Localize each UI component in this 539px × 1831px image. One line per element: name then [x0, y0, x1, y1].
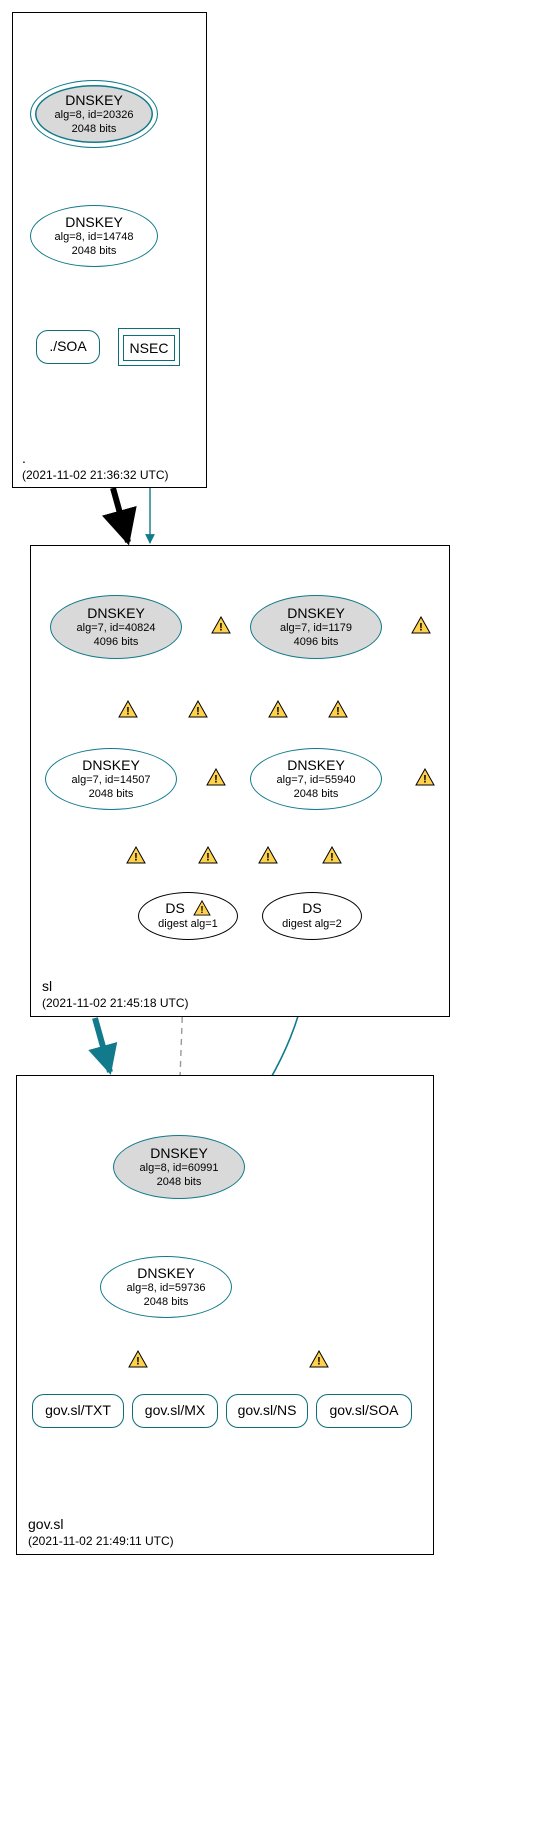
label: DNSKEY [65, 214, 123, 232]
label: DS [302, 900, 321, 918]
gov-txt-node: gov.sl/TXT [32, 1394, 124, 1428]
label: gov.sl/NS [238, 1402, 297, 1420]
sl-ds2-node: DS digest alg=2 [262, 892, 362, 940]
zone-govsl-ts: (2021-11-02 21:49:11 UTC) [28, 1534, 174, 1548]
root-ksk-node: DNSKEY alg=8, id=20326 2048 bits [30, 80, 158, 148]
label: DNSKEY [137, 1265, 195, 1283]
label: gov.sl/SOA [330, 1402, 399, 1420]
label: 2048 bits [294, 788, 339, 802]
label: ./SOA [49, 338, 86, 356]
label: alg=7, id=40824 [77, 622, 156, 636]
label: 2048 bits [144, 1296, 189, 1310]
sl-zsk1-node: DNSKEY alg=7, id=14507 2048 bits [45, 748, 177, 810]
zone-root-name: . [22, 450, 26, 466]
sl-ds1-node: DS ! digest alg=1 [138, 892, 238, 940]
sl-ksk2-node: DNSKEY alg=7, id=1179 4096 bits [250, 595, 382, 659]
gov-ksk-node: DNSKEY alg=8, id=60991 2048 bits [113, 1135, 245, 1199]
gov-soa-node: gov.sl/SOA [316, 1394, 412, 1428]
label: DNSKEY [150, 1145, 208, 1163]
gov-mx-node: gov.sl/MX [132, 1394, 218, 1428]
zone-sl-name: sl [42, 978, 52, 994]
svg-text:!: ! [200, 905, 203, 916]
root-soa-node: ./SOA [36, 330, 100, 364]
label: digest alg=1 [158, 918, 218, 932]
label: alg=8, id=59736 [127, 1282, 206, 1296]
label: gov.sl/TXT [45, 1402, 111, 1420]
label: DNSKEY [82, 757, 140, 775]
root-zsk-node: DNSKEY alg=8, id=14748 2048 bits [30, 205, 158, 267]
label: 2048 bits [157, 1176, 202, 1190]
label: alg=8, id=20326 [55, 109, 134, 123]
gov-zsk-node: DNSKEY alg=8, id=59736 2048 bits [100, 1256, 232, 1318]
label: alg=7, id=1179 [280, 622, 352, 636]
label: alg=8, id=60991 [140, 1162, 219, 1176]
label: DNSKEY [87, 605, 145, 623]
label: 2048 bits [89, 788, 134, 802]
sl-zsk2-node: DNSKEY alg=7, id=55940 2048 bits [250, 748, 382, 810]
zone-sl-ts: (2021-11-02 21:45:18 UTC) [42, 996, 189, 1010]
sl-ksk1-node: DNSKEY alg=7, id=40824 4096 bits [50, 595, 182, 659]
label: 2048 bits [72, 123, 117, 137]
label: alg=7, id=55940 [277, 774, 356, 788]
label: DNSKEY [65, 92, 123, 110]
label: alg=8, id=14748 [55, 231, 134, 245]
label: DNSKEY [287, 605, 345, 623]
root-nsec-node: NSEC [118, 328, 180, 366]
zone-govsl-name: gov.sl [28, 1516, 64, 1532]
label: digest alg=2 [282, 918, 342, 932]
label: alg=7, id=14507 [72, 774, 151, 788]
warning-icon: ! [193, 900, 211, 916]
label: DS ! [165, 900, 210, 918]
zone-root-ts: (2021-11-02 21:36:32 UTC) [22, 468, 169, 482]
label: NSEC [130, 340, 169, 356]
label: 4096 bits [294, 636, 339, 650]
gov-ns-node: gov.sl/NS [226, 1394, 308, 1428]
label: 2048 bits [72, 245, 117, 259]
label: gov.sl/MX [145, 1402, 205, 1420]
label: 4096 bits [94, 636, 139, 650]
label: DNSKEY [287, 757, 345, 775]
